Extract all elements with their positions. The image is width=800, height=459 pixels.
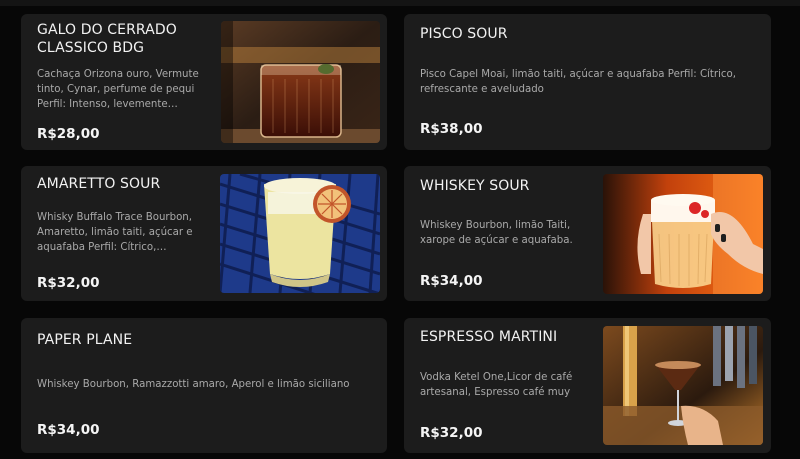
amaretto-sour-image [220, 174, 380, 293]
menu-item-description: Whisky Buffalo Trace Bourbon, Amaretto, … [37, 212, 193, 253]
menu-item-title: PISCO SOUR [420, 26, 508, 42]
menu-item-card[interactable]: ESPRESSO MARTINI Vodka Ketel One,Licor d… [404, 318, 771, 453]
menu-item-title: GALO DO CERRADO CLASSICO BDG [37, 22, 177, 56]
menu-item-card[interactable]: AMARETTO SOUR Whisky Buffalo Trace Bourb… [21, 166, 387, 301]
menu-grid: GALO DO CERRADO CLASSICO BDG Cachaça Ori… [0, 0, 800, 459]
menu-item-title: ESPRESSO MARTINI [420, 329, 558, 345]
menu-item-card[interactable]: PAPER PLANE Whiskey Bourbon, Ramazzotti … [21, 318, 387, 453]
menu-item-card[interactable]: WHISKEY SOUR Whiskey Bourbon, limão Tait… [404, 166, 771, 301]
menu-item-title: PAPER PLANE [37, 332, 133, 348]
menu-item-price: R$32,00 [420, 425, 483, 441]
menu-item-description: Whiskey Bourbon, limão Taiti, xarope de … [420, 220, 573, 246]
menu-item-price: R$32,00 [37, 275, 100, 291]
menu-item-price: R$34,00 [420, 273, 483, 289]
menu-item-card[interactable]: PISCO SOUR Pisco Capel Moai, limão taiti… [404, 14, 771, 150]
dark-red-cocktail-image [221, 21, 380, 143]
menu-item-title: AMARETTO SOUR [37, 176, 161, 192]
menu-item-description: Cachaça Orizona ouro, Vermute tinto, Cyn… [37, 69, 199, 110]
menu-item-description: Vodka Ketel One,Licor de café artesanal,… [420, 372, 573, 398]
top-divider [0, 0, 800, 6]
espresso-martini-image [603, 326, 763, 445]
menu-item-price: R$34,00 [37, 422, 100, 438]
menu-item-description: Pisco Capel Moai, limão taiti, açúcar e … [420, 69, 736, 95]
menu-item-price: R$38,00 [420, 121, 483, 137]
menu-item-title: WHISKEY SOUR [420, 178, 530, 194]
menu-item-description: Whiskey Bourbon, Ramazzotti amaro, Apero… [37, 379, 350, 390]
whiskey-sour-image [603, 174, 763, 294]
menu-item-card[interactable]: GALO DO CERRADO CLASSICO BDG Cachaça Ori… [21, 14, 387, 150]
menu-item-price: R$28,00 [37, 126, 100, 142]
